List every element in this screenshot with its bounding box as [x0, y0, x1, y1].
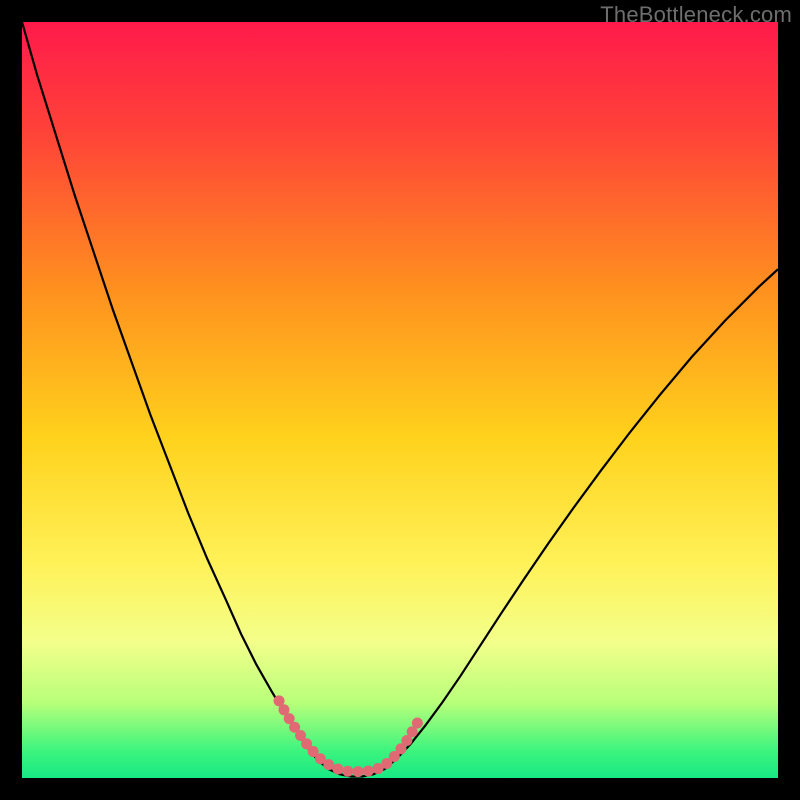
chart-frame: TheBottleneck.com	[0, 0, 800, 800]
plot-area	[22, 22, 778, 778]
bottleneck-chart	[22, 22, 778, 778]
gradient-background	[22, 22, 778, 778]
